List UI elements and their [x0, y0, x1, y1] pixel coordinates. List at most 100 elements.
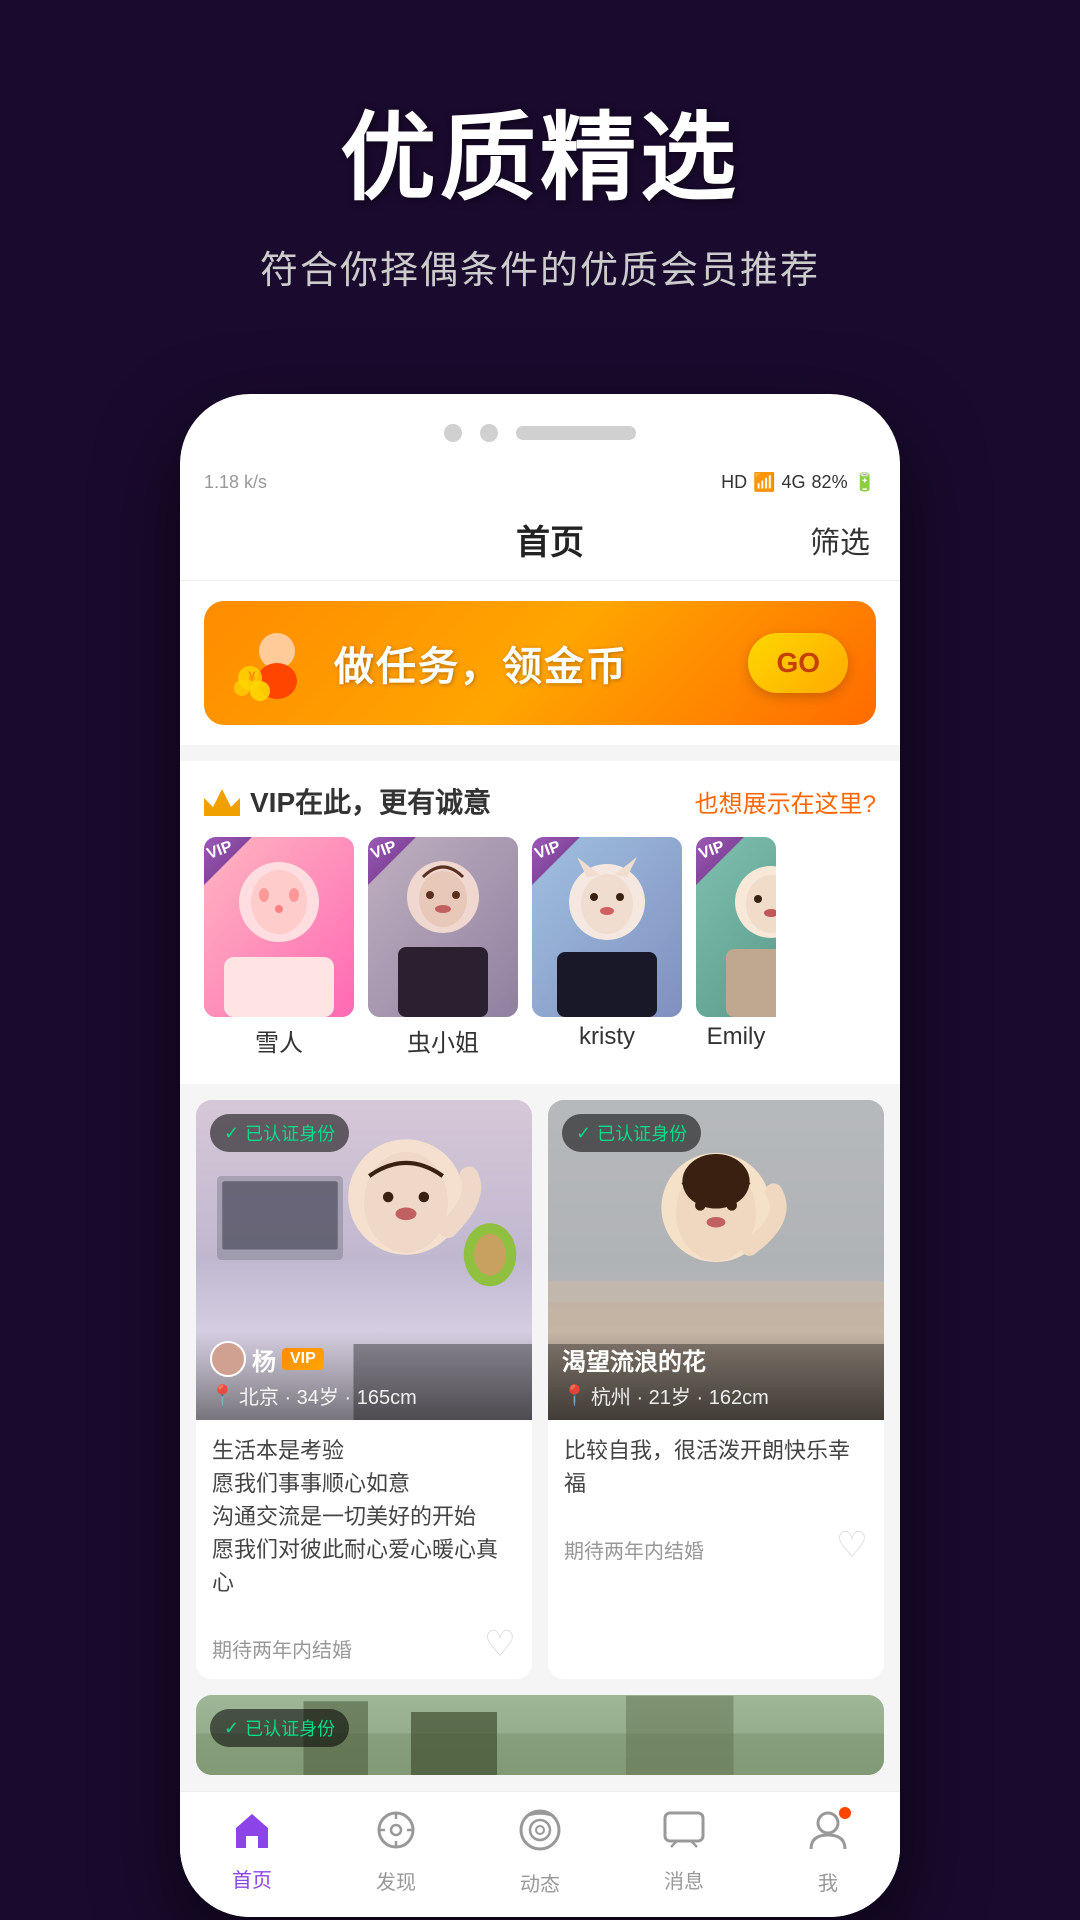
nav-discover[interactable]: 发现	[324, 1810, 468, 1895]
sensor-dot	[480, 424, 498, 442]
nav-home[interactable]: 首页	[180, 1812, 324, 1893]
camera-dot	[444, 424, 462, 442]
phone-notch	[180, 424, 900, 462]
location-icon-2: 📍	[562, 1383, 587, 1408]
verified-text-3: 已认证身份	[245, 1715, 335, 1741]
vip-name-1: 雪人	[204, 1017, 354, 1064]
discover-label: 发现	[376, 1866, 416, 1895]
user-photo-1: ✓ 已认证身份 杨 VIP 📍 北京 · 34岁 · 165cm	[196, 1100, 532, 1420]
banner-text: 做任务，领金币	[334, 634, 628, 692]
user-name-2: 渴望流浪的花	[562, 1342, 706, 1377]
status-bar: 1.18 k/s HD 📶 4G 82% 🔋	[180, 462, 900, 499]
dynamic-icon	[518, 1808, 562, 1862]
vip-photo-1	[204, 837, 354, 1017]
user-expectation-1: 期待两年内结婚	[212, 1634, 352, 1663]
user-overlay-1: 杨 VIP 📍 北京 · 34岁 · 165cm	[196, 1331, 532, 1420]
me-label: 我	[818, 1867, 838, 1896]
hero-section: 优质精选 符合你择偶条件的优质会员推荐	[0, 0, 1080, 354]
status-hd: HD	[721, 472, 747, 493]
wifi-icon: 📶	[753, 472, 775, 493]
vip-section: VIP在此，更有诚意 也想展示在这里?	[180, 761, 900, 1084]
vip-photo-3	[532, 837, 682, 1017]
check-icon-2: ✓	[576, 1123, 591, 1144]
user-card-2[interactable]: ✓ 已认证身份 渴望流浪的花 📍 杭州 · 21岁 · 162cm	[548, 1100, 884, 1679]
check-icon-3: ✓	[224, 1718, 239, 1739]
vip-card-xueren[interactable]: VIP 雪人	[204, 837, 354, 1064]
user-avatar-1	[210, 1341, 246, 1377]
task-banner[interactable]: ¥ 做任务，领金币 GO	[204, 601, 876, 725]
user-stats-1: 📍 北京 · 34岁 · 165cm	[210, 1381, 518, 1410]
bottom-nav: 首页 发现	[180, 1791, 900, 1917]
check-icon-1: ✓	[224, 1123, 239, 1144]
home-icon	[232, 1812, 272, 1858]
verified-text-1: 已认证身份	[245, 1120, 335, 1146]
status-icons: HD 📶 4G 82% 🔋	[721, 472, 876, 493]
user-stats-2: 📍 杭州 · 21岁 · 162cm	[562, 1381, 870, 1410]
banner-go-button[interactable]: GO	[748, 633, 848, 693]
vip-show-link[interactable]: 也想展示在这里?	[695, 784, 876, 819]
user-card-body-1: 生活本是考验愿我们事事顺心如意沟通交流是一切美好的开始愿我们对彼此耐心爱心暖心真…	[196, 1420, 532, 1623]
nav-dynamic[interactable]: 动态	[468, 1808, 612, 1897]
phone-frame: 1.18 k/s HD 📶 4G 82% 🔋 首页 筛选	[180, 394, 900, 1917]
verified-text-2: 已认证身份	[597, 1120, 687, 1146]
hero-subtitle: 符合你择偶条件的优质会员推荐	[40, 239, 1040, 294]
signal-icon: 4G	[782, 472, 806, 493]
vip-title: VIP在此，更有诚意	[250, 781, 491, 821]
nav-bar: 首页 筛选	[180, 499, 900, 581]
user-photo-3: ✓ 已认证身份	[196, 1695, 884, 1775]
home-label: 首页	[232, 1864, 272, 1893]
user-card-3[interactable]: ✓ 已认证身份	[196, 1695, 884, 1775]
verified-badge-2: ✓ 已认证身份	[562, 1114, 701, 1152]
vip-name-2: 虫小姐	[368, 1017, 518, 1064]
hero-title: 优质精选	[40, 80, 1040, 219]
user-name-row-1: 杨 VIP	[210, 1341, 518, 1377]
app-screen: 1.18 k/s HD 📶 4G 82% 🔋 首页 筛选	[180, 462, 900, 1917]
vip-card-emily[interactable]: VIP Emily	[696, 837, 776, 1064]
card-footer-2: 期待两年内结婚 ♡	[548, 1524, 884, 1580]
user-overlay-2: 渴望流浪的花 📍 杭州 · 21岁 · 162cm	[548, 1332, 884, 1420]
vip-name-3: kristy	[532, 1017, 682, 1057]
user-cards-grid: ✓ 已认证身份 杨 VIP 📍 北京 · 34岁 · 165cm	[180, 1084, 900, 1791]
nav-me[interactable]: 我	[756, 1809, 900, 1896]
battery-text: 82%	[812, 472, 848, 493]
user-name-row-2: 渴望流浪的花	[562, 1342, 870, 1377]
user-name-1: 杨	[252, 1342, 276, 1377]
filter-button[interactable]: 筛选	[810, 518, 870, 562]
vip-title-area: VIP在此，更有诚意	[204, 781, 491, 821]
vip-cards-list: VIP 雪人	[204, 837, 876, 1064]
user-card-body-2: 比较自我，很活泼开朗快乐幸福	[548, 1420, 884, 1524]
like-button-1[interactable]: ♡	[484, 1623, 516, 1665]
svg-text:¥: ¥	[248, 668, 256, 684]
verified-badge-3: ✓ 已认证身份	[210, 1709, 349, 1747]
nav-message[interactable]: 消息	[612, 1811, 756, 1894]
vip-photo-2	[368, 837, 518, 1017]
me-icon	[807, 1809, 849, 1861]
user-location-1: 北京 · 34岁 · 165cm	[239, 1381, 417, 1410]
vip-card-chongxiaojie[interactable]: VIP 虫小姐	[368, 837, 518, 1064]
banner-container: ¥ 做任务，领金币 GO	[180, 581, 900, 745]
user-photo-2: ✓ 已认证身份 渴望流浪的花 📍 杭州 · 21岁 · 162cm	[548, 1100, 884, 1420]
message-label: 消息	[664, 1865, 704, 1894]
like-button-2[interactable]: ♡	[836, 1524, 868, 1566]
vip-name-4: Emily	[696, 1017, 776, 1057]
dynamic-label: 动态	[520, 1868, 560, 1897]
vip-card-kristy[interactable]: VIP kristy	[532, 837, 682, 1064]
battery-icon: 🔋	[854, 472, 876, 493]
discover-icon	[376, 1810, 416, 1860]
banner-illustration: ¥	[232, 623, 322, 703]
page-title: 首页	[516, 515, 584, 564]
speaker	[516, 426, 636, 440]
verified-badge-1: ✓ 已认证身份	[210, 1114, 349, 1152]
status-speed: 1.18 k/s	[204, 472, 267, 493]
user-card-1[interactable]: ✓ 已认证身份 杨 VIP 📍 北京 · 34岁 · 165cm	[196, 1100, 532, 1679]
crown-icon	[204, 786, 240, 816]
user-bio-1: 生活本是考验愿我们事事顺心如意沟通交流是一切美好的开始愿我们对彼此耐心爱心暖心真…	[212, 1434, 516, 1599]
vip-header: VIP在此，更有诚意 也想展示在这里?	[204, 781, 876, 821]
user-location-2: 杭州 · 21岁 · 162cm	[591, 1381, 769, 1410]
vip-tag-1: VIP	[282, 1348, 324, 1370]
card-footer-1: 期待两年内结婚 ♡	[196, 1623, 532, 1679]
location-icon-1: 📍	[210, 1383, 235, 1408]
user-bio-2: 比较自我，很活泼开朗快乐幸福	[564, 1434, 868, 1500]
message-icon	[663, 1811, 705, 1859]
user-expectation-2: 期待两年内结婚	[564, 1535, 704, 1564]
